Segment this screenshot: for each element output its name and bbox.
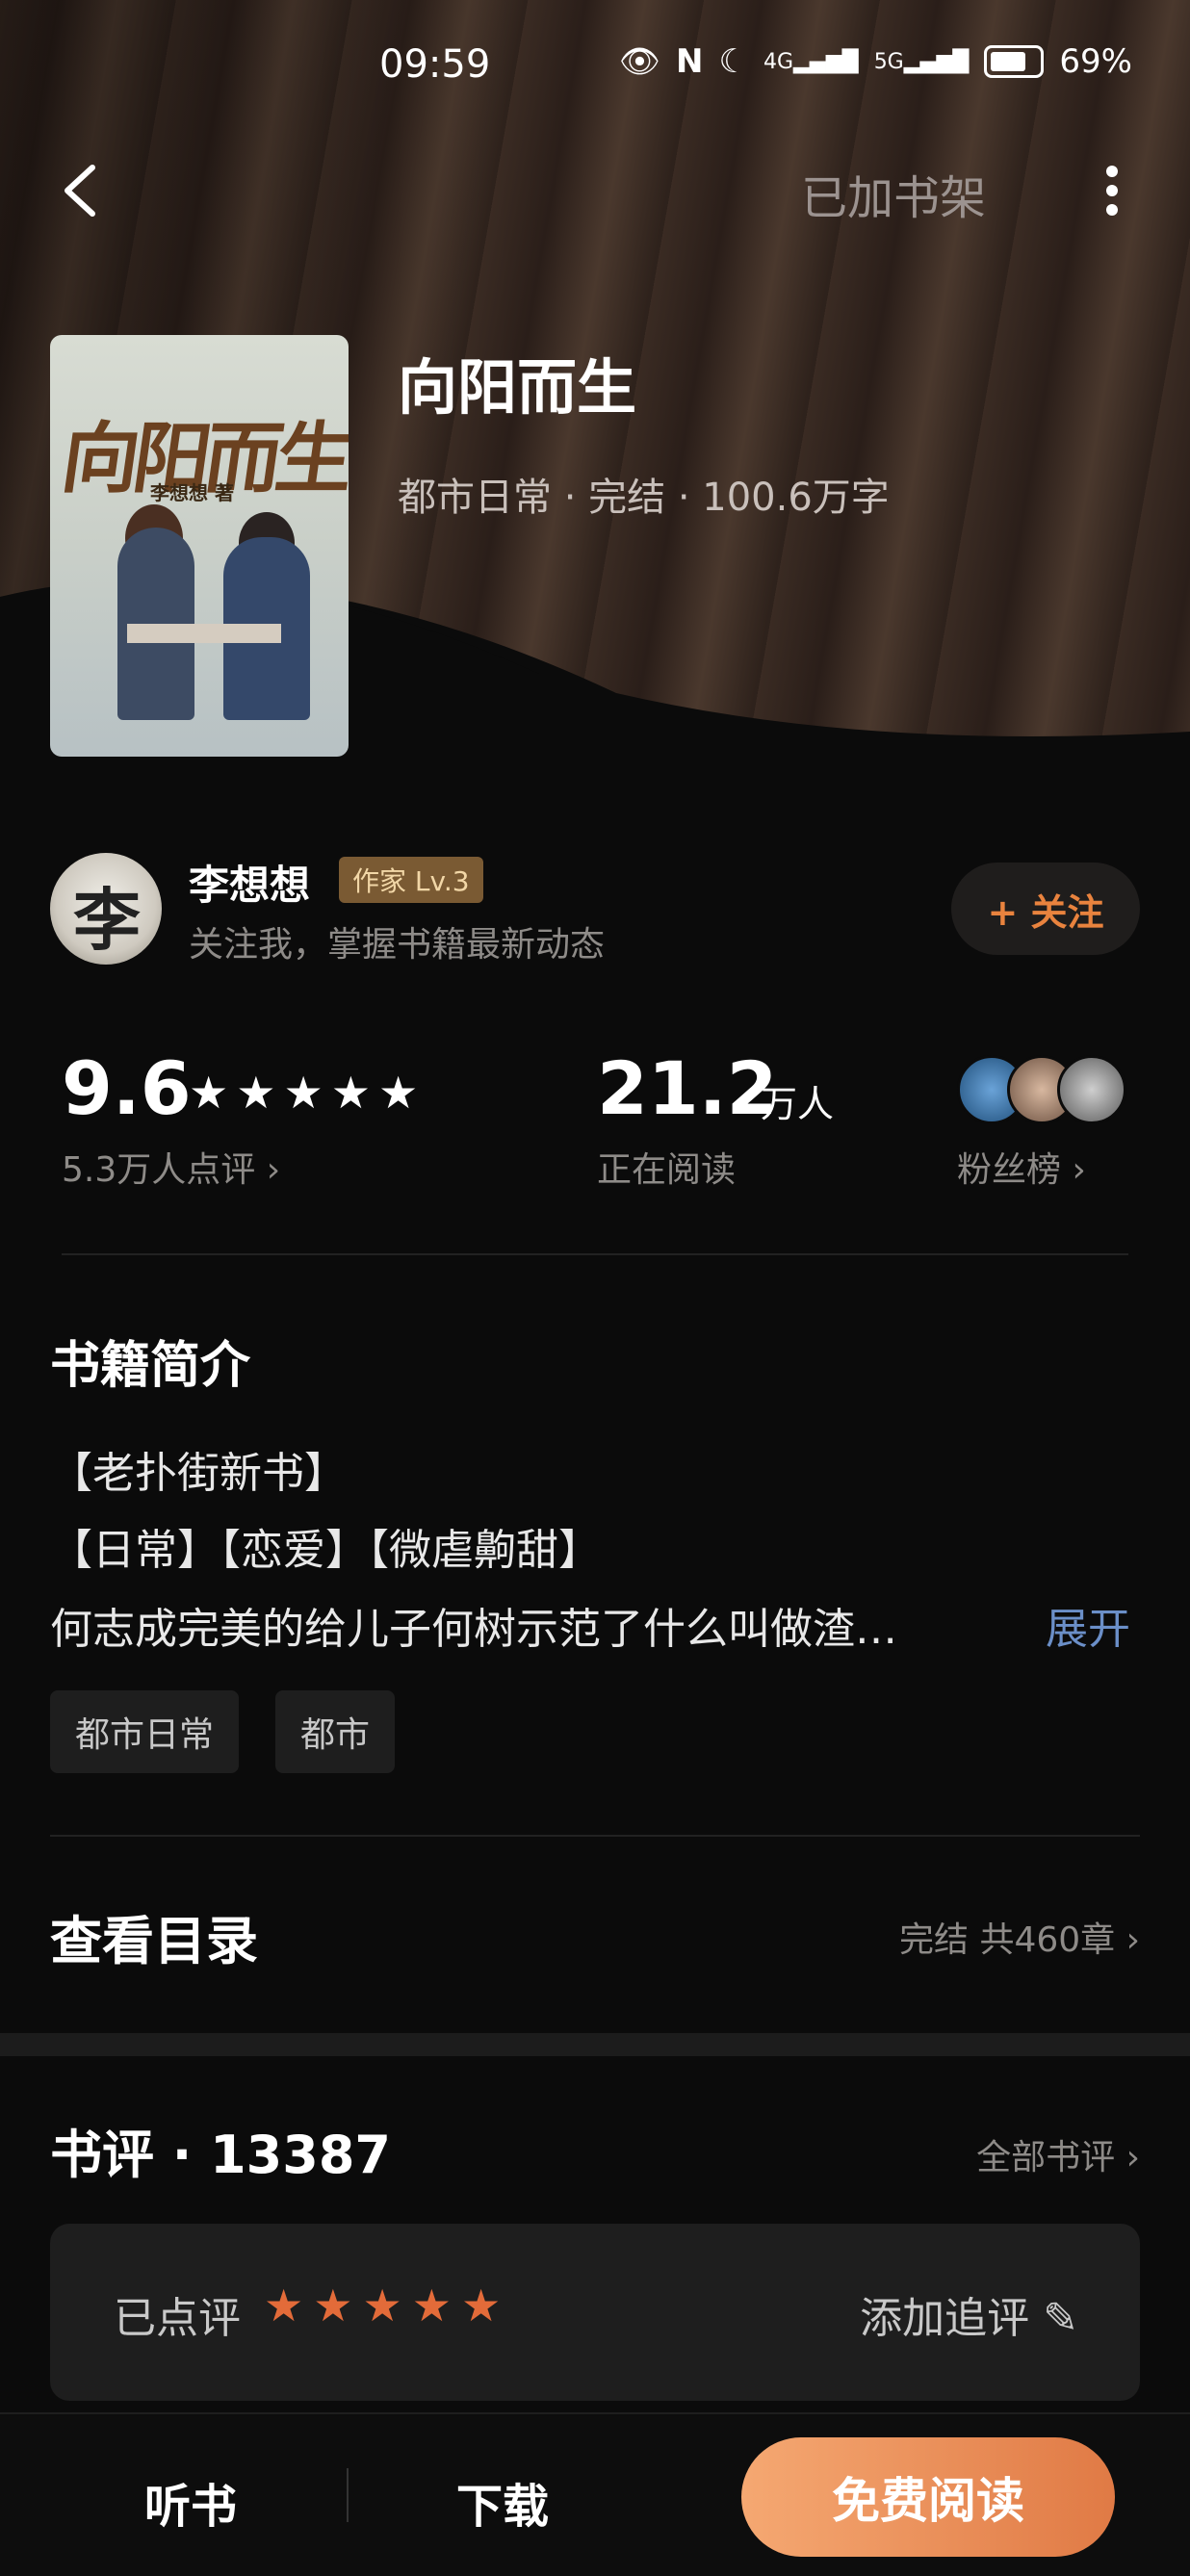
reading-label: 正在阅读 [597,1150,737,1190]
eye-icon: 👁 [618,42,660,81]
author-avatar[interactable]: 李 [50,853,162,965]
battery-icon [984,45,1045,78]
book-cover[interactable]: 向阳而生 李想想 著 [50,335,349,757]
reviews-title: 书评 · 13387 [50,2125,391,2185]
signal-4g-icon: 4G▂▄▆█ [763,49,859,74]
expand-button[interactable]: 展开 [1046,1594,1130,1656]
fan-avatars[interactable] [957,1055,1130,1124]
table-of-contents-row[interactable]: 查看目录 完结 共460章 › [50,1898,1140,1975]
cover-author-art: 李想想 著 [150,481,234,504]
status-bar: 09:59 👁 N ☾ 4G▂▄▆█ 5G▂▄▆█ 69% [0,0,1190,125]
intro-title: 书籍简介 [50,1337,251,1395]
tag-chip[interactable]: 都市日常 [50,1690,240,1773]
moon-icon: ☾ [718,42,748,81]
tag-chip[interactable]: 都市 [275,1690,396,1773]
book-meta: 都市日常 · 完结 · 100.6万字 [398,476,890,520]
download-button[interactable]: 下载 [456,2468,549,2536]
status-time: 09:59 [379,42,491,87]
author-level-badge: 作家 Lv.3 [339,857,483,903]
top-bar: 已加书架 [0,144,1190,241]
reading-unit: 万人 [761,1083,835,1125]
signal-5g-icon: 5G▂▄▆█ [873,49,970,74]
stats-row: 9.6 ★★★★★ 5.3万人点评 › 21.2 万人 正在阅读 粉丝榜 › [0,1045,1190,1199]
reviews-header: 书评 · 13387 全部书评 › [50,2112,1140,2189]
nfc-icon: N [676,42,704,81]
author-name[interactable]: 李想想 [189,853,310,912]
battery-level: 69% [1059,42,1132,81]
rating-stars-icon: ★★★★★ [189,1067,427,1119]
author-subtitle: 关注我，掌握书籍最新动态 [189,925,606,965]
rating-count-link[interactable]: 5.3万人点评 › [62,1142,280,1192]
free-read-button[interactable]: 免费阅读 [741,2437,1115,2557]
listen-button[interactable]: 听书 [144,2468,237,2536]
rated-stars-icon: ★★★★★ [264,2280,511,2331]
bottom-action-bar: 听书 下载 免费阅读 [0,2412,1190,2576]
toc-title: 查看目录 [50,1911,258,1971]
more-dot-icon [1106,166,1118,177]
intro-line: 何志成完美的给儿子何树示范了什么叫做渣… [50,1605,897,1654]
more-options-button[interactable] [1093,152,1131,229]
added-to-shelf-label[interactable]: 已加书架 [801,160,986,227]
more-dot-icon [1106,204,1118,216]
more-dot-icon [1106,185,1118,196]
intro-line: 【老扑街新书】 [50,1449,347,1498]
all-reviews-link[interactable]: 全部书评 › [976,2129,1140,2179]
author-row[interactable]: 李 李想想 作家 Lv.3 关注我，掌握书籍最新动态 + 关注 [50,853,1140,968]
fan-ranking-link[interactable]: 粉丝榜 › [957,1142,1086,1192]
intro-line: 【日常】【恋爱】【微虐齁甜】 [50,1526,601,1575]
chevron-left-icon [65,165,95,217]
my-review-card: 已点评 ★★★★★ 添加追评 ✎ [50,2224,1140,2401]
follow-button[interactable]: + 关注 [951,863,1140,955]
status-icons: 👁 N ☾ 4G▂▄▆█ 5G▂▄▆█ 69% [619,42,1132,81]
fan-avatar [1057,1055,1126,1124]
book-title: 向阳而生 [398,352,637,423]
rating-score: 9.6 [62,1045,192,1131]
section-separator [0,2033,1190,2056]
divider [50,1835,1140,1837]
add-follow-review-button[interactable]: 添加追评 ✎ [860,2283,1078,2345]
back-button[interactable] [54,162,112,219]
toc-chapter-count: 完结 共460章 › [899,1920,1140,1960]
rated-label: 已点评 [114,2294,241,2343]
divider [347,2468,349,2522]
reading-count: 21.2 [597,1045,778,1131]
divider [62,1253,1128,1255]
